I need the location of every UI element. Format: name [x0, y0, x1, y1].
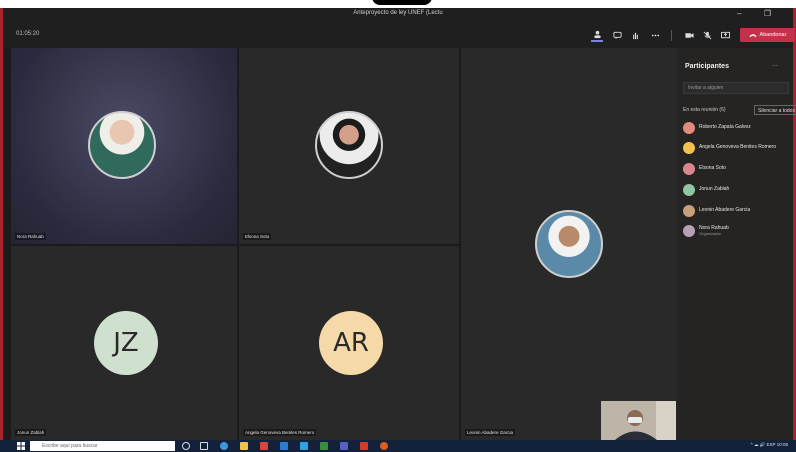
leave-button[interactable]: Abandonar: [740, 28, 795, 42]
share-screen-icon[interactable]: [719, 28, 731, 42]
chat-icon[interactable]: [611, 28, 623, 42]
participant-photo: [88, 111, 156, 179]
microphone-muted-icon[interactable]: [701, 28, 713, 42]
participant-name: Nora Rahuab: [15, 233, 46, 240]
participant-role: Organizador: [699, 231, 722, 236]
participant-list-name: Roberto Zapata Galvez: [699, 124, 751, 130]
word-icon[interactable]: [280, 442, 288, 450]
participants-title: Participantes: [685, 63, 729, 70]
panel-more-icon[interactable]: ...: [772, 61, 778, 68]
participant-list-item[interactable]: Elsona Soto: [683, 162, 793, 178]
app-icon[interactable]: [260, 442, 268, 450]
raise-hand-icon[interactable]: [629, 28, 641, 42]
participant-tile[interactable]: Nora Rahuab: [11, 48, 237, 244]
outlook-icon[interactable]: [300, 442, 308, 450]
participant-initials-avatar: JZ: [94, 311, 158, 375]
more-options-icon[interactable]: [649, 28, 661, 42]
participant-avatar: [683, 184, 695, 196]
file-explorer-icon[interactable]: [240, 442, 248, 450]
participant-avatar: [683, 205, 695, 217]
participant-name: Angela Genoveva Benites Romero: [243, 429, 317, 436]
participant-list-name: Angela Genoveva Benites Romero: [699, 144, 776, 150]
meeting-timer: 01:05:20: [16, 31, 40, 37]
participant-avatar: [683, 142, 695, 154]
teams-icon[interactable]: [340, 442, 348, 450]
participant-list-name: Leonin Abadere Garcia: [699, 207, 751, 213]
participant-avatar: [683, 225, 695, 237]
participant-name: Leonin Abadere Garcia: [465, 429, 516, 436]
system-tray[interactable]: ^ ☁ 🔊 ESP 10:08: [751, 442, 788, 448]
participant-list-item[interactable]: Leonin Abadere Garcia: [683, 204, 793, 220]
participant-list-item[interactable]: Jonun Zablah: [683, 183, 793, 199]
camera-icon[interactable]: [683, 28, 695, 42]
excel-icon[interactable]: [320, 442, 328, 450]
in-meeting-section-header[interactable]: En esta reunión (6): [683, 107, 726, 113]
windows-start-icon[interactable]: [17, 442, 25, 450]
window-controls[interactable]: – ❐: [737, 9, 781, 18]
meeting-toolbar: 01:05:20 Abandonar: [0, 22, 796, 48]
acrobat-icon[interactable]: [360, 442, 368, 450]
participant-list-item[interactable]: Angela Genoveva Benites Romero: [683, 141, 793, 157]
taskbar-search-input[interactable]: Escribe aquí para buscar: [30, 441, 175, 451]
participant-tile[interactable]: Elsona Soto: [239, 48, 459, 244]
window-titlebar: Anteproyecto de ley UNEF (Lectu – ❐: [0, 8, 796, 22]
participants-panel: Participantes ... Invitar a alguien En e…: [677, 48, 796, 440]
participants-icon[interactable]: [591, 28, 603, 42]
participant-list-name: Jonun Zablah: [699, 186, 730, 192]
leave-button-label: Abandonar: [759, 32, 787, 38]
participant-list-item[interactable]: Roberto Zapata Galvez: [683, 121, 793, 137]
cortana-icon[interactable]: [182, 442, 190, 450]
invite-input[interactable]: Invitar a alguien: [683, 82, 789, 94]
participant-name: Jonun Zablah: [15, 429, 47, 436]
task-view-icon[interactable]: [200, 442, 208, 450]
self-video-preview[interactable]: [601, 401, 676, 440]
window-title: Anteproyecto de ley UNEF (Lectu: [353, 10, 443, 16]
participant-list-name: Elsona Soto: [699, 165, 726, 171]
participant-avatar: [683, 122, 695, 134]
participant-initials-avatar: AR: [319, 311, 383, 375]
page-top-edge: [0, 0, 796, 8]
windows-taskbar: Escribe aquí para buscar ^ ☁ 🔊 ESP 10:08: [0, 440, 796, 452]
participant-photo: [315, 111, 383, 179]
participant-avatar: [683, 163, 695, 175]
mute-all-button[interactable]: Silenciar a todos: [754, 105, 796, 115]
camera-notch: [372, 0, 432, 5]
participant-photo: [535, 210, 603, 278]
participant-tile[interactable]: JZ Jonun Zablah: [11, 246, 237, 440]
phone-hangup-icon: [748, 33, 757, 37]
toolbar-divider: [671, 30, 672, 41]
edge-icon[interactable]: [220, 442, 228, 450]
participant-name: Elsona Soto: [243, 233, 272, 240]
participant-tile[interactable]: Leonin Abadere Garcia: [461, 48, 680, 440]
chrome-icon[interactable]: [380, 442, 388, 450]
participant-tile[interactable]: AR Angela Genoveva Benites Romero: [239, 246, 459, 440]
participant-list-item[interactable]: Nora Rahuab Organizador: [683, 224, 793, 240]
video-stage: Nora Rahuab Elsona Soto Leonin Abadere G…: [0, 48, 680, 440]
